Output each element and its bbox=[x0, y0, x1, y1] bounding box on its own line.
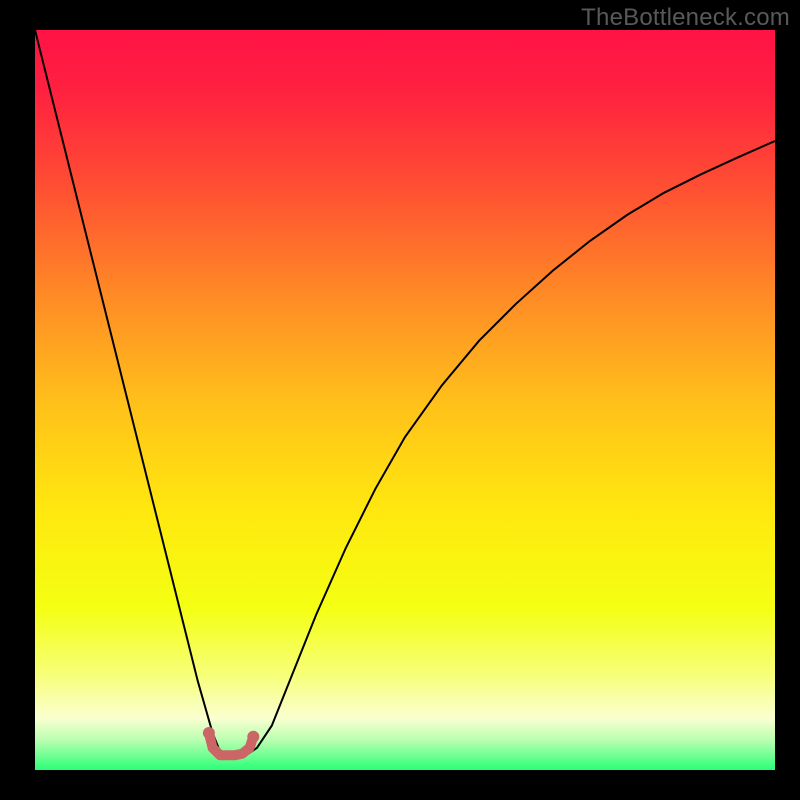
marker-dot bbox=[247, 731, 259, 743]
watermark-text: TheBottleneck.com bbox=[581, 4, 790, 32]
gradient-background bbox=[35, 30, 775, 770]
chart-container: TheBottleneck.com bbox=[0, 0, 800, 800]
plot-area bbox=[35, 30, 775, 770]
marker-dot bbox=[203, 727, 215, 739]
bottleneck-chart bbox=[35, 30, 775, 770]
